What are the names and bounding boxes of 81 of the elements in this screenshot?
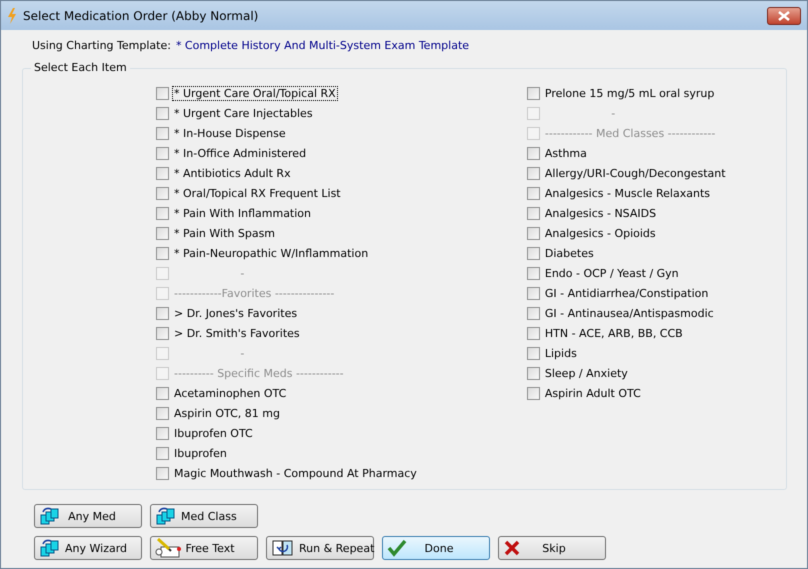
window-title: Select Medication Order (Abby Normal) xyxy=(23,8,260,22)
checkbox[interactable] xyxy=(526,206,540,220)
action-button[interactable]: Med Class xyxy=(150,504,258,528)
checkbox[interactable] xyxy=(526,146,540,160)
stacked-squares-icon xyxy=(39,506,61,526)
checkbox[interactable] xyxy=(156,446,169,460)
checkbox-label[interactable]: * In-House Dispense xyxy=(172,126,288,140)
template-name: * Complete History And Multi-System Exam Template xyxy=(176,38,470,52)
checkbox-label[interactable]: * In-Office Administered xyxy=(172,146,308,160)
checkbox[interactable] xyxy=(526,346,540,360)
stacked-squares-icon xyxy=(155,506,177,526)
checkbox[interactable] xyxy=(156,426,169,440)
checkbox[interactable] xyxy=(156,106,169,120)
checkbox-label[interactable]: * Urgent Care Injectables xyxy=(172,106,315,120)
template-label: Using Charting Template: xyxy=(32,38,171,52)
checkbox[interactable] xyxy=(526,326,540,340)
action-button[interactable]: Any Wizard xyxy=(34,536,142,560)
checkbox-label[interactable]: Sleep / Anxiety xyxy=(542,366,630,380)
checkbox[interactable] xyxy=(156,166,169,180)
checkbox-label[interactable]: Lipids xyxy=(542,346,579,360)
checkbox-label[interactable]: Ibuprofen xyxy=(172,446,229,460)
checkbox[interactable] xyxy=(156,86,169,100)
checkbox[interactable] xyxy=(526,86,540,100)
checkbox-label[interactable]: Magic Mouthwash - Compound At Pharmacy xyxy=(172,466,419,480)
checkbox-label[interactable]: * Pain With Spasm xyxy=(172,226,278,240)
checkbox[interactable] xyxy=(156,306,169,320)
checkbox-label[interactable]: Analgesics - Muscle Relaxants xyxy=(542,186,712,200)
checkbox[interactable] xyxy=(526,246,540,260)
checkbox[interactable] xyxy=(526,166,540,180)
checkbox-label[interactable]: Ibuprofen OTC xyxy=(172,426,255,440)
action-button[interactable]: Skip xyxy=(498,536,606,560)
checkbox[interactable] xyxy=(156,246,169,260)
repeat-icon xyxy=(271,538,295,558)
checkbox-label[interactable]: HTN - ACE, ARB, BB, CCB xyxy=(542,326,685,340)
checkbox[interactable] xyxy=(156,406,169,420)
group-title: Select Each Item xyxy=(31,61,130,74)
checkbox-label[interactable]: GI - Antidiarrhea/Constipation xyxy=(542,286,710,300)
pencil-paper-icon xyxy=(155,538,181,558)
checkbox-label[interactable]: > Dr. Jones's Favorites xyxy=(172,306,300,320)
checkbox-label[interactable]: * Pain With Inflammation xyxy=(172,206,314,220)
checkbox-label[interactable]: Allergy/URI-Cough/Decongestant xyxy=(542,166,728,180)
checkbox[interactable] xyxy=(156,126,169,140)
checkbox-label[interactable]: > Dr. Smith's Favorites xyxy=(172,326,302,340)
checkbox-label[interactable]: Analgesics - NSAIDS xyxy=(542,206,658,220)
checkbox[interactable] xyxy=(156,226,169,240)
checkbox-label[interactable]: Aspirin Adult OTC xyxy=(542,386,643,400)
checkbox[interactable] xyxy=(526,306,540,320)
checkbox[interactable] xyxy=(526,186,540,200)
action-button[interactable]: Free Text xyxy=(150,536,258,560)
checkbox-label[interactable]: Asthma xyxy=(542,146,589,160)
checkbox-label[interactable]: Diabetes xyxy=(542,246,596,260)
checkbox-label[interactable]: Prelone 15 mg/5 mL oral syrup xyxy=(542,86,716,100)
checkbox-label[interactable]: Analgesics - Opioids xyxy=(542,226,658,240)
checkbox-label[interactable]: GI - Antinausea/Antispasmodic xyxy=(542,306,716,320)
action-button[interactable]: Any Med xyxy=(34,504,142,528)
checkbox-label[interactable]: Endo - OCP / Yeast / Gyn xyxy=(542,266,681,280)
checkbox[interactable] xyxy=(156,206,169,220)
checkbox-label[interactable]: * Antibiotics Adult Rx xyxy=(172,166,293,180)
checkbox-label[interactable]: Acetaminophen OTC xyxy=(172,386,288,400)
checkbox[interactable] xyxy=(156,146,169,160)
checkbox[interactable] xyxy=(526,226,540,240)
close-icon xyxy=(777,10,791,20)
checkbox[interactable] xyxy=(526,266,540,280)
checkbox[interactable] xyxy=(156,466,169,480)
checkbox[interactable] xyxy=(156,326,169,340)
lightning-icon xyxy=(7,8,17,24)
checkbox[interactable] xyxy=(156,386,169,400)
action-button[interactable]: Run & Repeat xyxy=(266,536,374,560)
checkbox[interactable] xyxy=(156,186,169,200)
checkbox-label[interactable]: * Urgent Care Oral/Topical RX xyxy=(172,86,338,100)
stacked-squares-icon xyxy=(39,538,61,558)
checkbox[interactable] xyxy=(526,366,540,380)
close-button[interactable] xyxy=(767,6,801,24)
action-button[interactable]: Done xyxy=(382,536,490,560)
checkbox-label[interactable]: * Oral/Topical RX Frequent List xyxy=(172,186,343,200)
checkbox-label[interactable]: Aspirin OTC, 81 mg xyxy=(172,406,282,420)
checkbox[interactable] xyxy=(526,286,540,300)
checkbox-label[interactable]: * Pain-Neuropathic W/Inflammation xyxy=(172,246,370,260)
checkmark-icon xyxy=(387,539,407,557)
cross-icon xyxy=(503,539,521,557)
checkbox[interactable] xyxy=(526,386,540,400)
